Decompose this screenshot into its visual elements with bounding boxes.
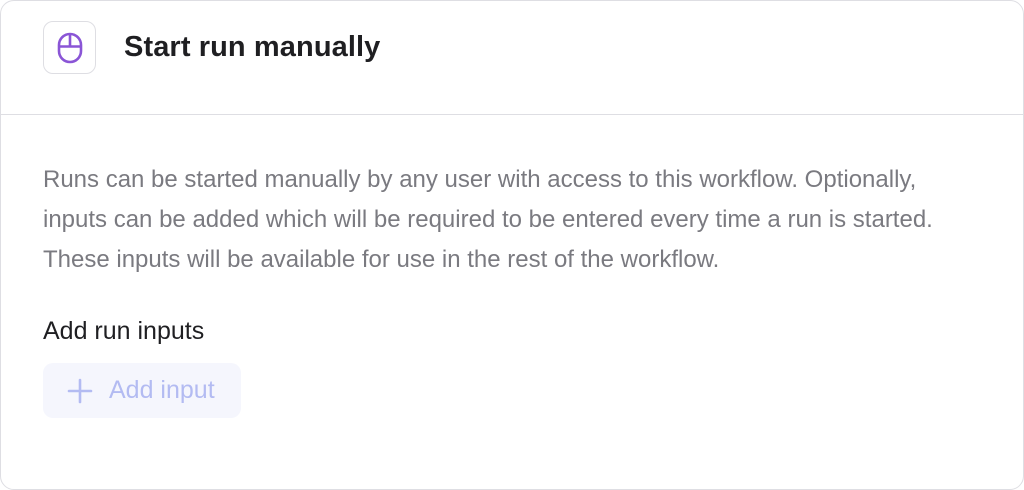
plus-icon	[67, 378, 93, 404]
card-title: Start run manually	[124, 31, 381, 63]
add-run-inputs-label: Add run inputs	[43, 317, 205, 345]
icon-container	[43, 21, 96, 74]
trigger-card: Start run manually Runs can be started m…	[0, 0, 1024, 490]
description-text: Runs can be started manually by any user…	[43, 166, 933, 273]
card-header: Start run manually	[1, 1, 1023, 115]
add-input-label: Add input	[109, 376, 215, 404]
card-body: Runs can be started manually by any user…	[1, 160, 1023, 418]
add-input-button[interactable]: Add input	[43, 363, 241, 418]
mouse-icon	[57, 32, 83, 64]
